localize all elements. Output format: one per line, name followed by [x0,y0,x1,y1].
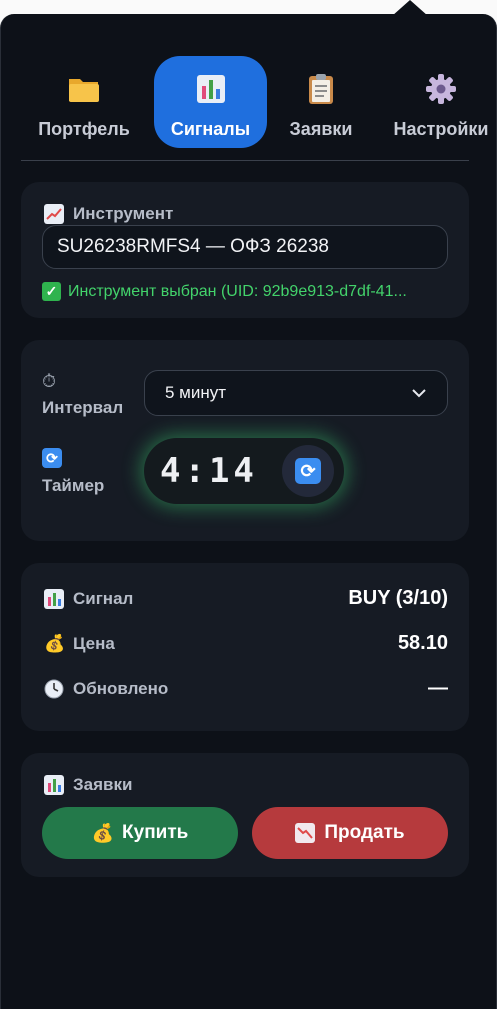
money-bag-icon: 💰 [44,633,66,653]
chevron-down-icon [411,383,427,403]
clock-icon [44,679,64,699]
instrument-input-value: SU26238RMFS4 — ОФЗ 26238 [57,236,329,257]
stopwatch-icon: ⏱ [42,371,57,391]
instrument-heading: Инструмент [44,204,173,224]
chart-increasing-icon [44,204,64,224]
tab-signals[interactable]: Сигналы [154,56,267,148]
price-value: 58.10 [397,632,448,654]
bar-chart-icon [44,588,64,609]
signal-value: BUY (3/10) [348,587,448,609]
folder-icon [68,73,100,105]
refresh-small-icon: ⟳ [42,448,62,468]
bar-chart-icon [44,775,64,795]
signal-card: Сигнал BUY (3/10) 💰 Цена 58.10 Обновлено… [21,563,469,731]
orders-heading: Заявки [44,775,132,795]
buy-button-label: Купить [122,822,189,843]
tab-orders[interactable]: Заявки [277,56,365,148]
interval-label: Интервал [42,398,124,417]
signal-row: Сигнал BUY (3/10) [44,587,448,610]
tab-bar: Портфель Сигналы Заявки Настройки [1,56,496,160]
tab-signals-label: Сигналы [170,119,251,139]
tab-orders-label: Заявки [289,119,353,139]
timer-value: 4:14 [160,451,258,491]
tab-settings-label: Настройки [393,119,489,139]
price-label-group: 💰 Цена [44,634,115,654]
clipboard-icon [305,73,337,105]
price-row: 💰 Цена 58.10 [44,632,448,655]
interval-card: ⏱ Интервал 5 минут ⟳ Таймер 4:14 ⟳ [21,340,469,541]
tab-portfolio-label: Портфель [38,119,130,139]
sell-button[interactable]: Продать [252,807,448,859]
extension-popup: Портфель Сигналы Заявки Настройки Инстру… [0,14,497,1009]
bar-chart-icon [195,73,227,105]
tab-divider [21,160,469,161]
gear-icon [425,73,457,105]
updated-value: — [428,677,448,699]
interval-label-group: ⏱ Интервал [42,370,142,418]
refresh-button[interactable]: ⟳ [282,445,334,497]
chart-decreasing-icon [295,823,316,843]
signal-label: Сигнал [73,588,134,608]
updated-label: Обновлено [73,678,169,698]
price-label: Цена [73,633,115,653]
timer-label: Таймер [42,476,105,495]
tab-portfolio[interactable]: Портфель [25,56,143,148]
orders-card: Заявки 💰 Купить Продать [21,753,469,877]
instrument-input[interactable]: SU26238RMFS4 — ОФЗ 26238 [42,225,448,269]
signal-label-group: Сигнал [44,588,134,609]
sell-button-label: Продать [324,822,405,843]
instrument-status-text: Инструмент выбран (UID: 92b9e913-d7df-41… [68,282,407,300]
money-bag-icon: 💰 [91,822,115,843]
interval-selected-value: 5 минут [165,383,227,402]
timer-label-group: ⟳ Таймер [42,448,142,496]
instrument-title: Инструмент [73,204,174,223]
instrument-card: Инструмент SU26238RMFS4 — ОФЗ 26238 ✓ Ин… [21,182,469,318]
check-mark-icon: ✓ [42,282,61,301]
orders-title: Заявки [73,775,133,794]
updated-row: Обновлено — [44,677,448,700]
countdown-timer: 4:14 ⟳ [144,438,344,504]
updated-label-group: Обновлено [44,679,168,699]
tab-settings[interactable]: Настройки [383,56,496,148]
buy-button[interactable]: 💰 Купить [42,807,238,859]
instrument-status: ✓ Инструмент выбран (UID: 92b9e913-d7df-… [42,282,407,301]
refresh-icon: ⟳ [295,458,321,484]
interval-select[interactable]: 5 минут [144,370,448,416]
